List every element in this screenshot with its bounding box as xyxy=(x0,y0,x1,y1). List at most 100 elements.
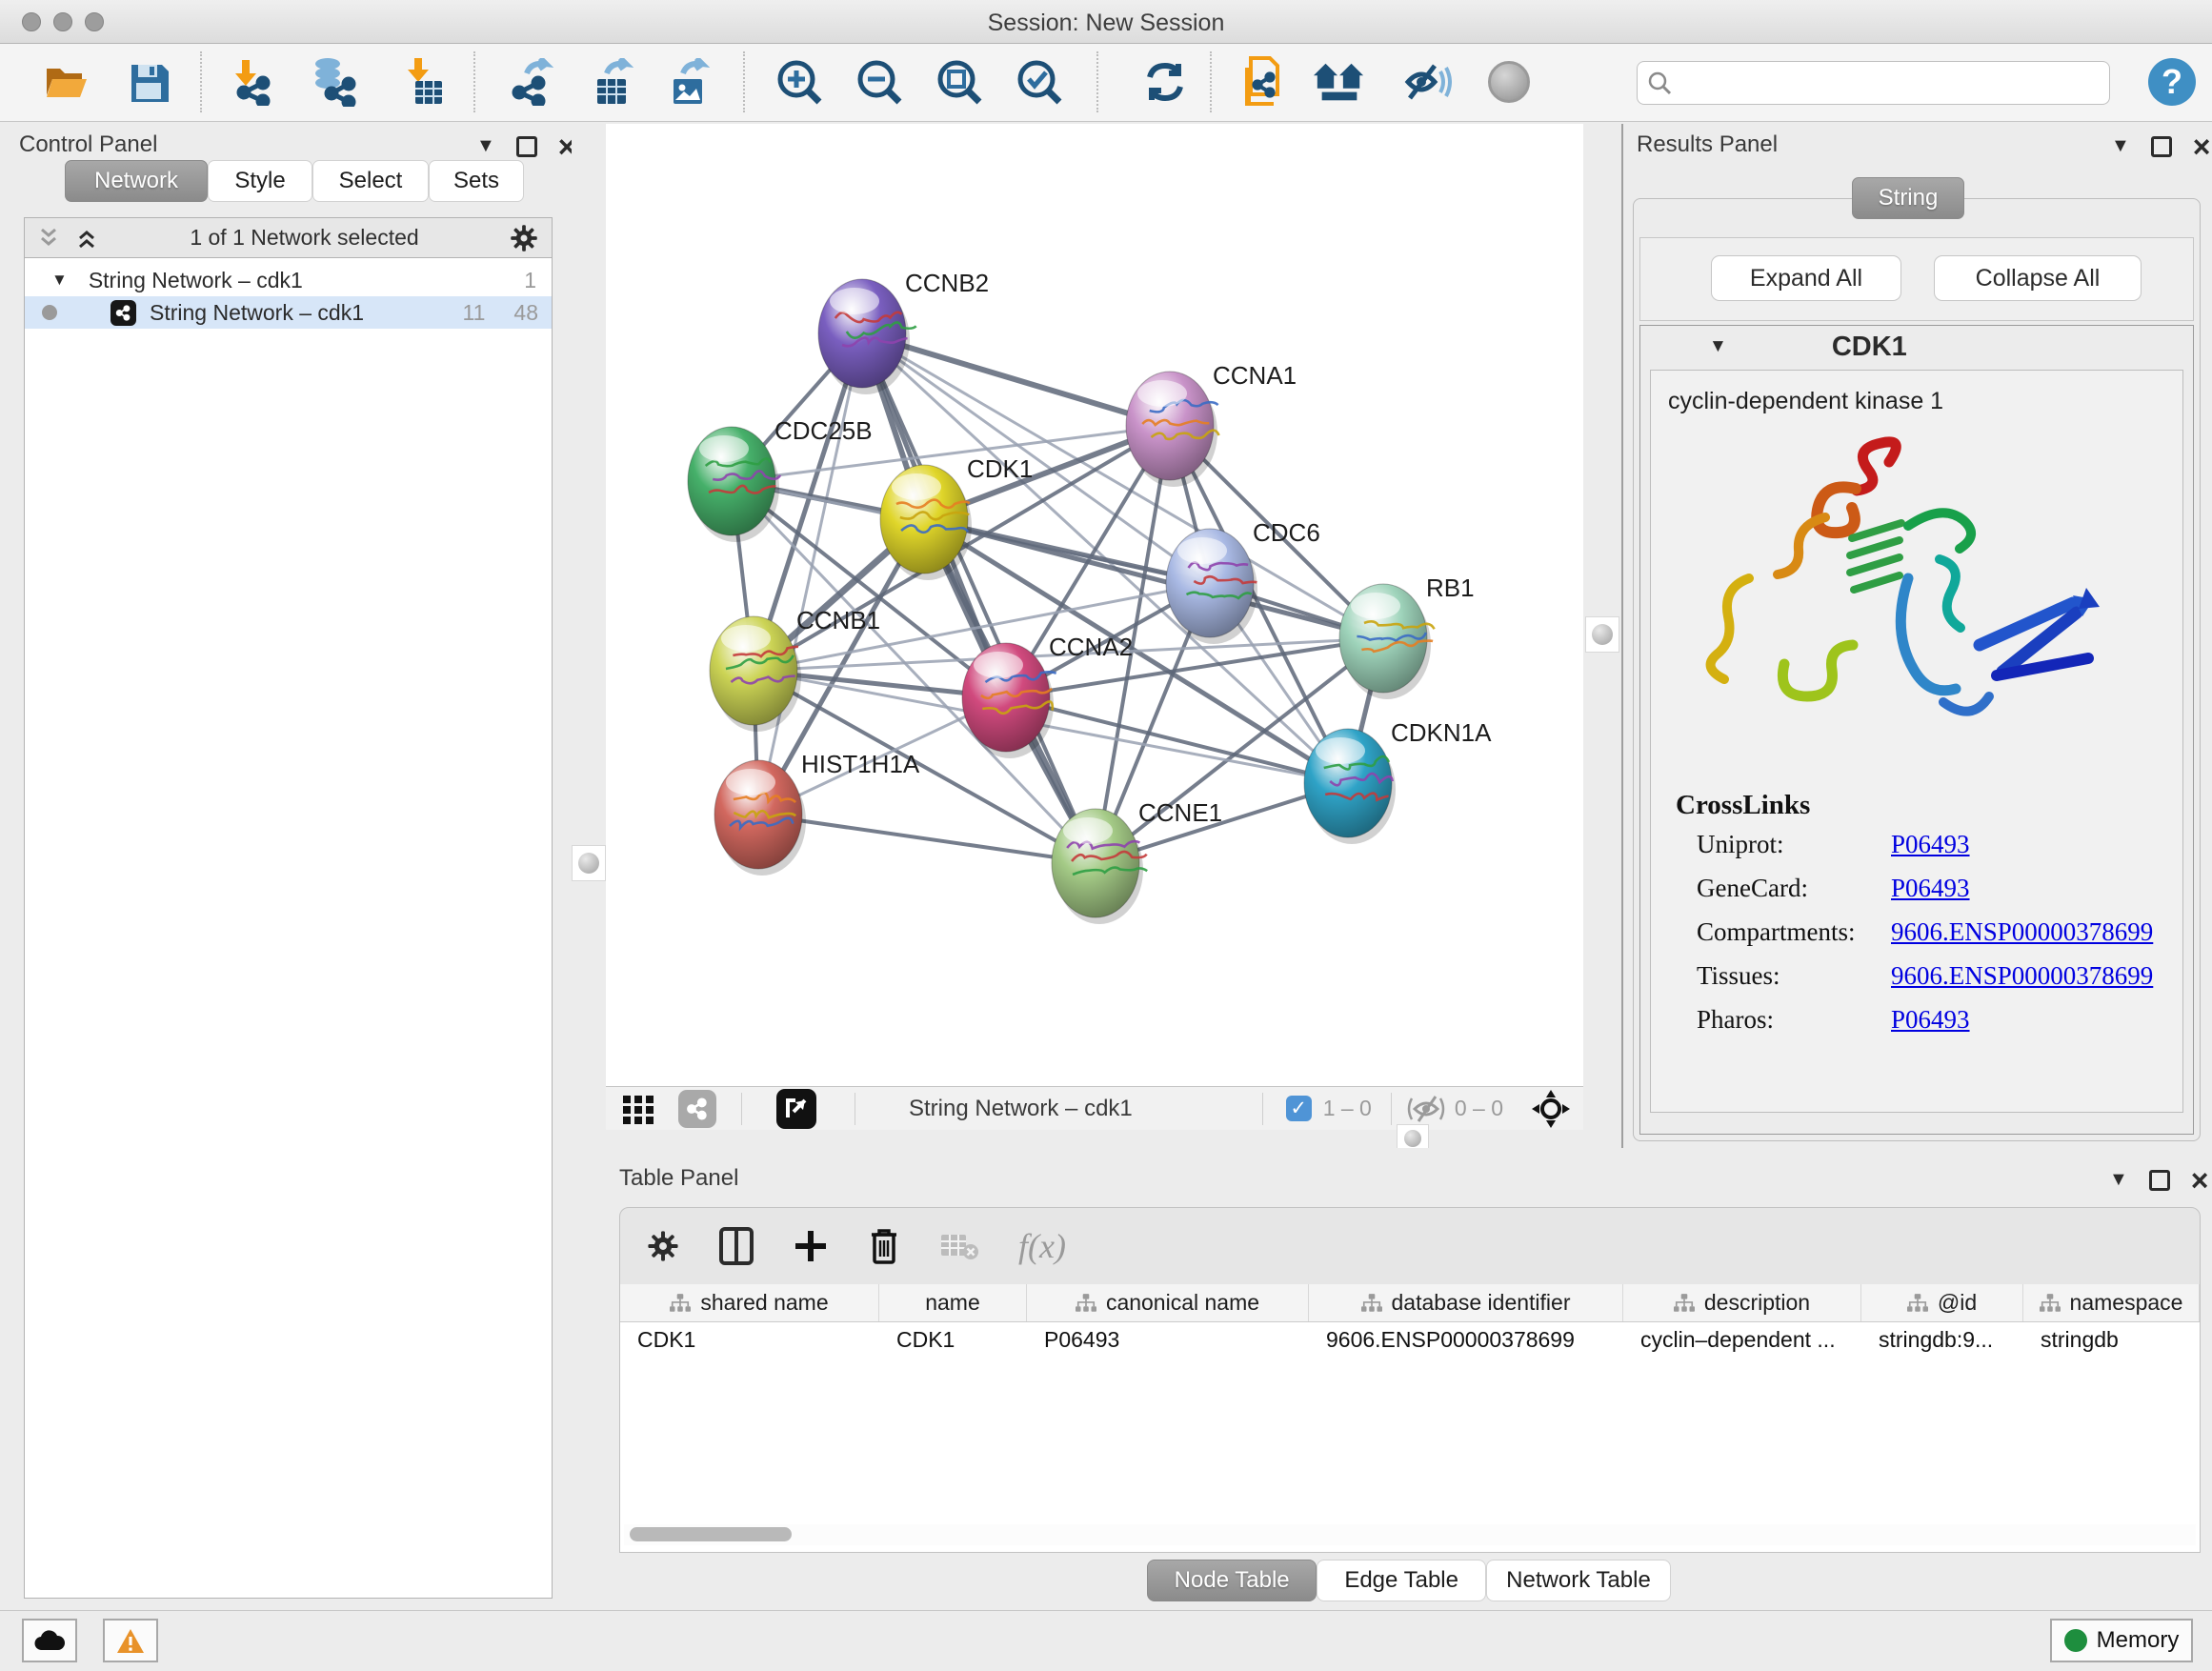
crosslink-uniprot-link[interactable]: P06493 xyxy=(1891,830,1970,859)
memory-button[interactable]: Memory xyxy=(2050,1619,2193,1662)
column-header-description[interactable]: description xyxy=(1623,1284,1861,1321)
expand-all-button[interactable]: Expand All xyxy=(1711,255,1901,301)
table-cell[interactable]: P06493 xyxy=(1027,1327,1309,1353)
birdseye-view-icon[interactable] xyxy=(776,1089,816,1129)
collapse-all-button[interactable]: Collapse All xyxy=(1934,255,2142,301)
table-cell[interactable]: CDK1 xyxy=(879,1327,1027,1353)
export-table-icon[interactable] xyxy=(583,55,636,109)
import-network-database-icon[interactable] xyxy=(306,55,359,109)
zoom-fit-icon[interactable] xyxy=(933,55,986,109)
collection-expander-icon[interactable]: ▼ xyxy=(51,271,68,290)
network-node-CDKN1A[interactable]: CDKN1A xyxy=(1304,718,1492,844)
clone-network-icon[interactable] xyxy=(1237,55,1291,109)
show-columns-icon[interactable] xyxy=(719,1227,754,1265)
tab-sets[interactable]: Sets xyxy=(429,160,524,202)
table-cell[interactable]: CDK1 xyxy=(620,1327,879,1353)
delete-column-icon[interactable] xyxy=(868,1227,900,1265)
search-input[interactable] xyxy=(1679,70,2100,95)
table-cell[interactable]: 9606.ENSP00000378699 xyxy=(1309,1327,1623,1353)
import-table-file-icon[interactable] xyxy=(397,55,451,109)
tab-network-table[interactable]: Network Table xyxy=(1486,1560,1671,1601)
network-edge[interactable] xyxy=(758,815,1096,863)
table-panel-menu-icon[interactable]: ▼ xyxy=(2109,1169,2128,1191)
update-network-icon[interactable] xyxy=(1138,55,1192,109)
selected-checkbox-icon[interactable]: ✓ xyxy=(1286,1096,1312,1121)
network-node-CCNB1[interactable]: CCNB1 xyxy=(710,606,880,732)
horizontal-scrollbar[interactable] xyxy=(624,1524,2196,1545)
network-node-CDK1[interactable]: CDK1 xyxy=(880,454,1033,580)
network-node-CCNB2[interactable]: CCNB2 xyxy=(818,269,989,394)
add-column-icon[interactable] xyxy=(794,1229,828,1263)
help-icon[interactable]: ? xyxy=(2145,55,2199,109)
network-node-CCNE1[interactable]: CCNE1 xyxy=(1052,798,1222,924)
control-panel-menu-icon[interactable]: ▼ xyxy=(476,135,495,157)
import-network-file-icon[interactable] xyxy=(226,55,279,109)
results-panel-float-icon[interactable] xyxy=(2151,136,2172,157)
zoom-in-icon[interactable] xyxy=(773,55,826,109)
crosslink-compartments-link[interactable]: 9606.ENSP00000378699 xyxy=(1891,917,2153,947)
left-splitter-knob[interactable] xyxy=(572,845,606,881)
network-node-RB1[interactable]: RB1 xyxy=(1339,574,1475,699)
expand-all-chevron-icon[interactable] xyxy=(74,227,99,250)
scrollbar-thumb[interactable] xyxy=(630,1527,792,1541)
table-row[interactable]: CDK1CDK1P064939606.ENSP00000378699cyclin… xyxy=(620,1322,2200,1357)
right-splitter[interactable] xyxy=(1585,124,1621,1148)
pan-crosshair-icon[interactable] xyxy=(1532,1090,1570,1128)
inactive-eye-icon[interactable] xyxy=(1482,55,1536,109)
column-header-database-identifier[interactable]: database identifier xyxy=(1309,1284,1623,1321)
results-panel-menu-icon[interactable]: ▼ xyxy=(2111,135,2130,157)
results-panel-close-icon[interactable]: × xyxy=(2193,136,2211,157)
network-node-HIST1H1A[interactable]: HIST1H1A xyxy=(714,750,920,876)
network-node-CDC6[interactable]: CDC6 xyxy=(1166,518,1320,644)
network-canvas[interactable]: CCNB2CCNA1CDC25BCDK1CDC6RB1CCNB1CCNA2CDK… xyxy=(606,124,1583,1086)
table-panel-close-icon[interactable]: × xyxy=(2191,1170,2209,1191)
grid-view-icon[interactable] xyxy=(621,1092,655,1126)
zoom-selected-icon[interactable] xyxy=(1013,55,1066,109)
collapse-all-chevron-icon[interactable] xyxy=(36,227,61,250)
network-node-CCNA2[interactable]: CCNA2 xyxy=(962,633,1133,758)
tab-string[interactable]: String xyxy=(1852,177,1964,219)
network-collection-row[interactable]: ▼ String Network – cdk1 1 xyxy=(25,264,552,296)
tab-select[interactable]: Select xyxy=(312,160,429,202)
crosslink-pharos-link[interactable]: P06493 xyxy=(1891,1005,1970,1035)
houses-icon[interactable] xyxy=(1313,55,1366,109)
column-header-namespace[interactable]: namespace xyxy=(2023,1284,2200,1321)
tab-style[interactable]: Style xyxy=(208,160,312,202)
horizontal-splitter[interactable] xyxy=(606,1130,1583,1148)
crosslink-tissues-link[interactable]: 9606.ENSP00000378699 xyxy=(1891,961,2153,991)
right-splitter-knob[interactable] xyxy=(1585,616,1619,653)
zoom-out-icon[interactable] xyxy=(853,55,906,109)
tab-node-table[interactable]: Node Table xyxy=(1147,1560,1317,1601)
export-image-icon[interactable] xyxy=(659,55,713,109)
gene-expander-icon[interactable]: ▼ xyxy=(1709,336,1727,357)
table-settings-gear-icon[interactable] xyxy=(647,1230,679,1262)
hide-unhide-icon[interactable] xyxy=(1400,55,1454,109)
column-header-name[interactable]: name xyxy=(879,1284,1027,1321)
string-view-icon[interactable] xyxy=(678,1090,716,1128)
network-row[interactable]: String Network – cdk1 11 48 xyxy=(25,296,552,329)
table-cell[interactable]: stringdb xyxy=(2023,1327,2200,1353)
control-panel-float-icon[interactable] xyxy=(516,136,537,157)
node-label: CDK1 xyxy=(967,454,1033,483)
open-session-icon[interactable] xyxy=(40,55,93,109)
column-header-canonical-name[interactable]: canonical name xyxy=(1027,1284,1309,1321)
network-node-CDC25B[interactable]: CDC25B xyxy=(688,416,873,542)
tab-edge-table[interactable]: Edge Table xyxy=(1317,1560,1486,1601)
column-header-shared-name[interactable]: shared name xyxy=(620,1284,879,1321)
tab-network[interactable]: Network xyxy=(65,160,208,202)
crosslink-genecard-link[interactable]: P06493 xyxy=(1891,874,1970,903)
network-edge[interactable] xyxy=(862,333,1096,863)
network-options-gear-icon[interactable] xyxy=(510,224,538,252)
table-panel-float-icon[interactable] xyxy=(2149,1170,2170,1191)
column-header--id[interactable]: @id xyxy=(1861,1284,2023,1321)
gene-section-header[interactable]: ▼ CDK1 xyxy=(1640,326,2193,368)
left-splitter[interactable] xyxy=(572,124,606,1148)
cloud-button[interactable] xyxy=(22,1619,77,1662)
export-network-icon[interactable] xyxy=(503,55,556,109)
control-panel: Control Panel ▼ × Network Style Select S… xyxy=(8,124,572,1602)
warnings-button[interactable] xyxy=(103,1619,158,1662)
table-cell[interactable]: cyclin–dependent ... xyxy=(1623,1327,1861,1353)
table-cell[interactable]: stringdb:9... xyxy=(1861,1327,2023,1353)
save-session-icon[interactable] xyxy=(122,55,175,109)
search-box[interactable] xyxy=(1637,61,2110,105)
